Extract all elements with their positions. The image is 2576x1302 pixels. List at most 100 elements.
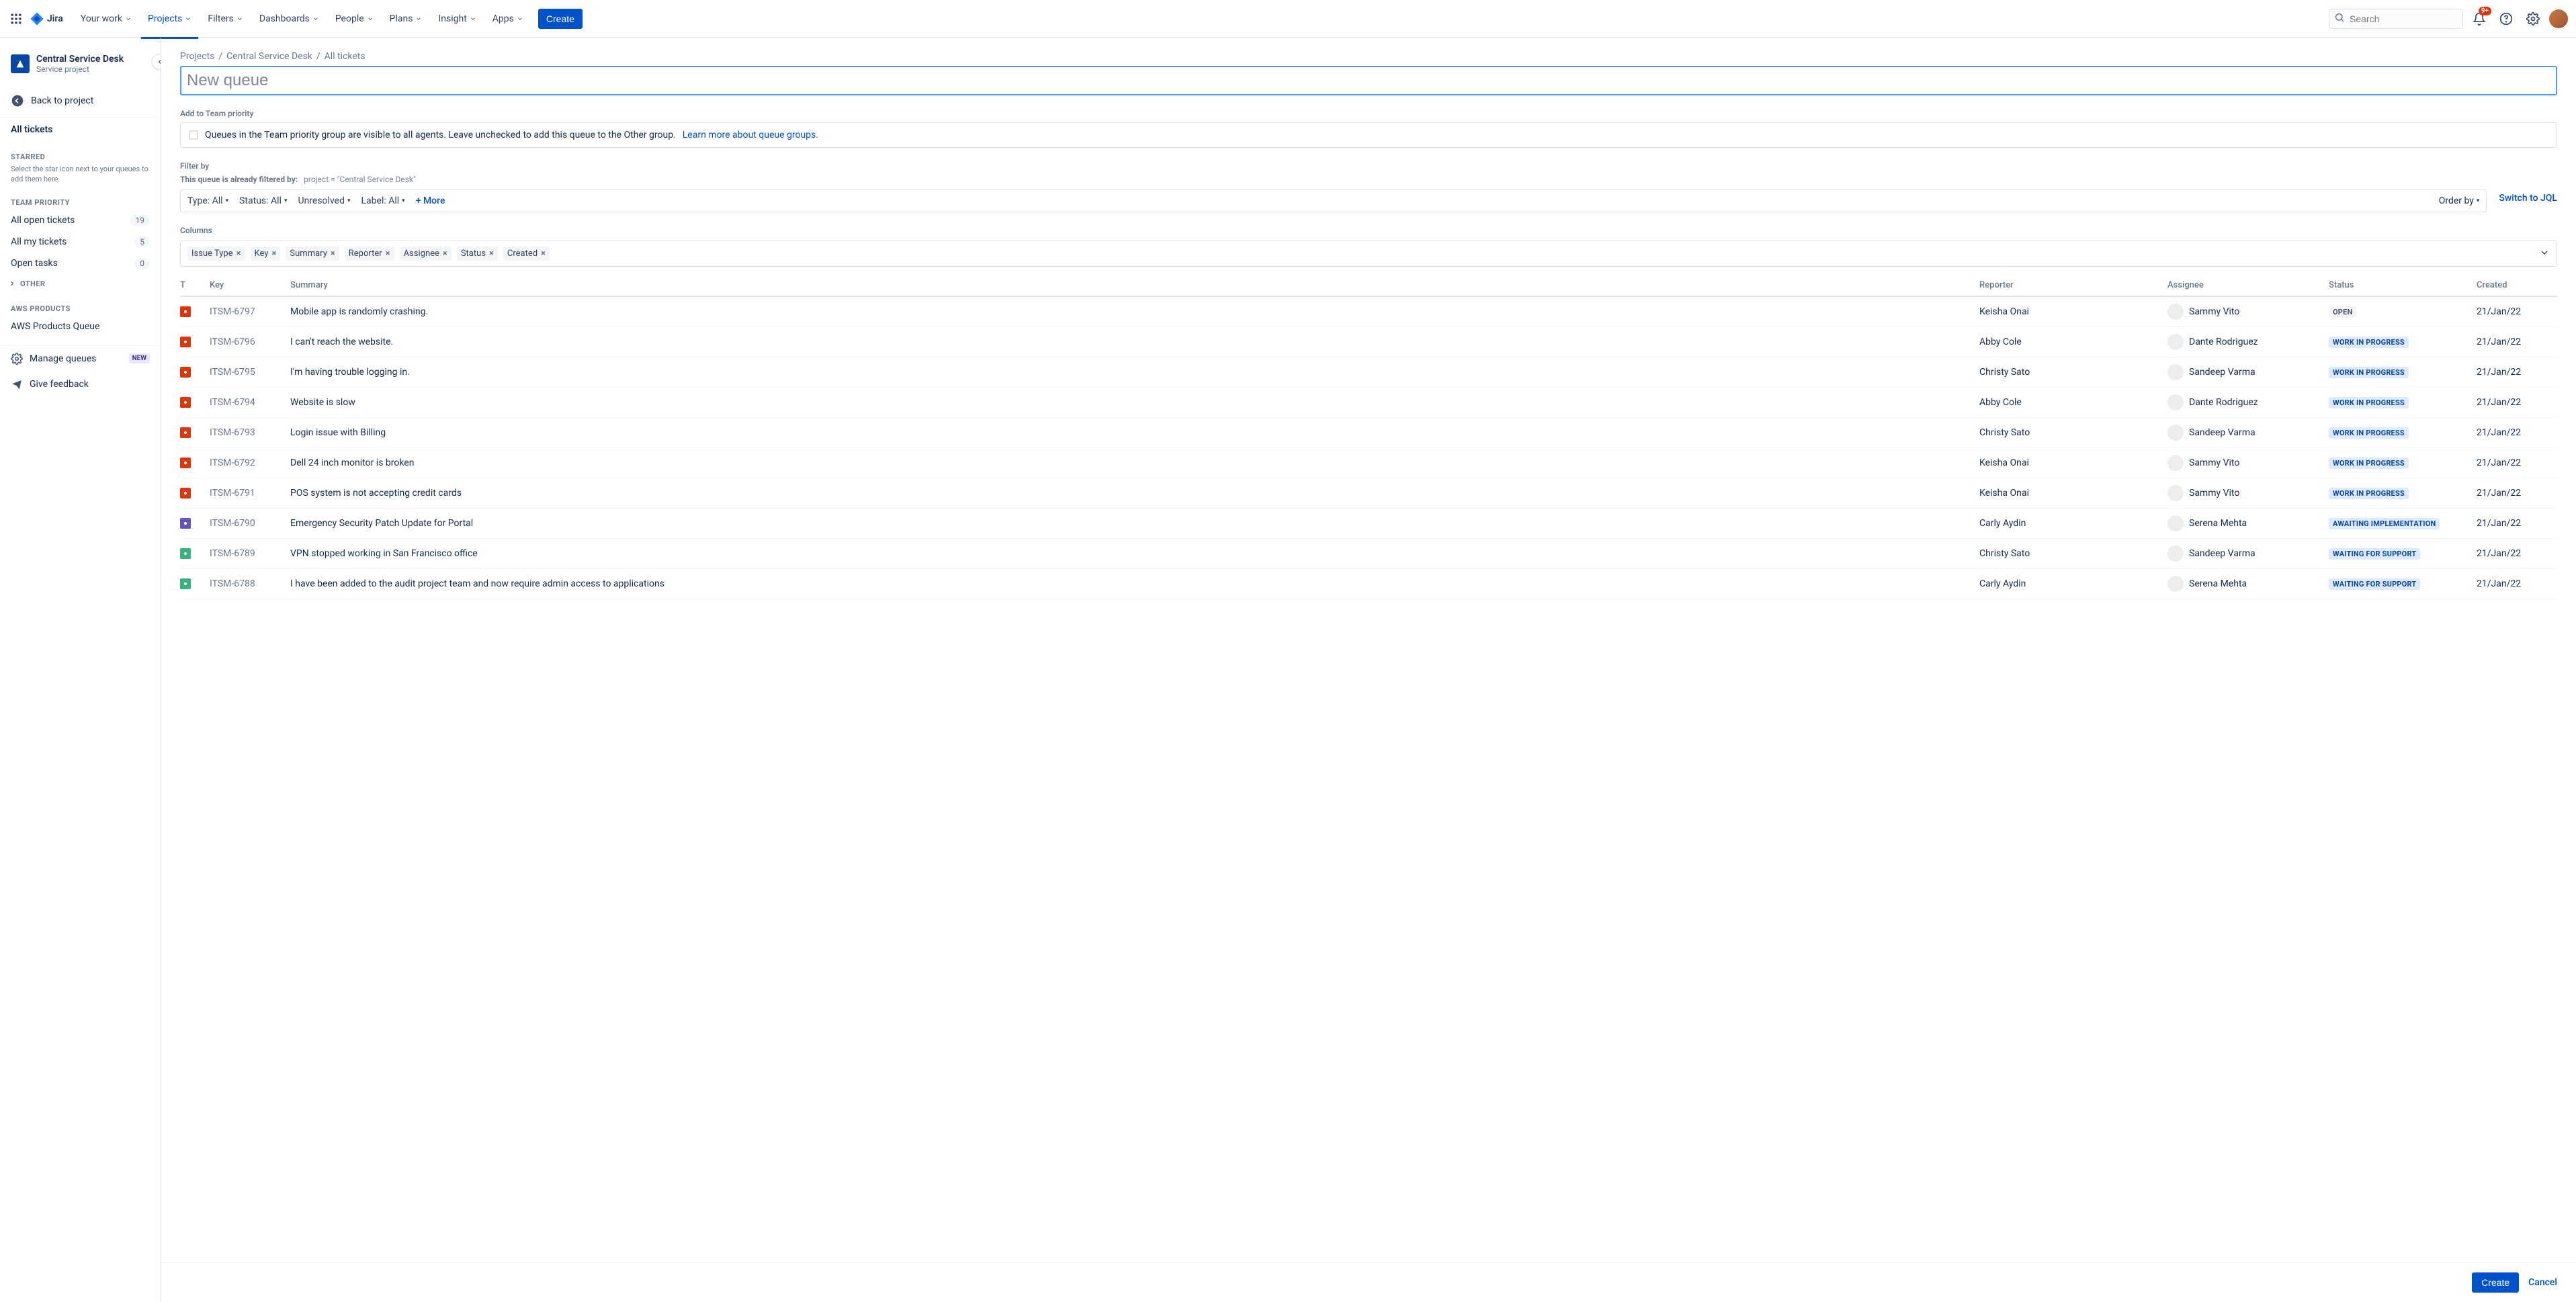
issue-key[interactable]: ITSM-6789 xyxy=(210,548,290,559)
switch-to-jql[interactable]: Switch to JQL xyxy=(2499,193,2557,204)
issue-summary[interactable]: Website is slow xyxy=(290,397,1979,408)
notifications-icon[interactable]: 9+ xyxy=(2468,8,2490,30)
table-row[interactable]: ITSM-6790Emergency Security Patch Update… xyxy=(180,509,2557,539)
table-row[interactable]: ITSM-6797Mobile app is randomly crashing… xyxy=(180,297,2557,327)
issue-key[interactable]: ITSM-6788 xyxy=(210,578,290,589)
issue-summary[interactable]: Mobile app is randomly crashing. xyxy=(290,306,1979,317)
column-tag[interactable]: Assignee× xyxy=(400,247,452,261)
filter-status[interactable]: Status: All▾ xyxy=(239,196,287,206)
all-tickets[interactable]: All tickets xyxy=(0,117,161,142)
breadcrumb-item[interactable]: Projects xyxy=(180,51,214,62)
issue-key[interactable]: ITSM-6793 xyxy=(210,427,290,438)
nav-item-insight[interactable]: Insight xyxy=(431,8,482,30)
nav-item-people[interactable]: People xyxy=(329,8,380,30)
table-row[interactable]: ITSM-6789VPN stopped working in San Fran… xyxy=(180,539,2557,569)
queue-name-input[interactable] xyxy=(180,66,2557,95)
footer-cancel-button[interactable]: Cancel xyxy=(2528,1277,2557,1288)
give-feedback[interactable]: Give feedback xyxy=(0,372,161,397)
issue-summary[interactable]: VPN stopped working in San Francisco off… xyxy=(290,548,1979,559)
table-row[interactable]: ITSM-6788I have been added to the audit … xyxy=(180,569,2557,599)
column-tag[interactable]: Created× xyxy=(503,247,550,261)
breadcrumb-item[interactable]: All tickets xyxy=(325,51,366,62)
status-badge: AWAITING IMPLEMENTATION xyxy=(2329,518,2440,529)
assignee-avatar xyxy=(2167,304,2184,320)
remove-column-icon[interactable]: × xyxy=(443,249,447,259)
manage-queues[interactable]: Manage queues NEW xyxy=(0,346,161,372)
nav-item-your-work[interactable]: Your work xyxy=(74,8,138,30)
jira-logo[interactable]: Jira xyxy=(30,11,63,26)
issue-summary[interactable]: I can't reach the website. xyxy=(290,337,1979,347)
other-section[interactable]: OTHER xyxy=(0,274,161,294)
order-by[interactable]: Order by▾ xyxy=(2439,196,2480,206)
issue-summary[interactable]: Dell 24 inch monitor is broken xyxy=(290,458,1979,468)
app-switcher-icon[interactable] xyxy=(8,11,24,27)
create-button[interactable]: Create xyxy=(538,9,583,29)
help-icon[interactable] xyxy=(2495,8,2517,30)
new-badge: NEW xyxy=(129,353,150,363)
sidebar-queue-item[interactable]: Open tasks0 xyxy=(0,253,161,274)
back-to-project[interactable]: Back to project xyxy=(0,87,161,114)
issue-key[interactable]: ITSM-6795 xyxy=(210,367,290,378)
settings-icon[interactable] xyxy=(2522,8,2544,30)
column-tag[interactable]: Summary× xyxy=(286,247,339,261)
column-tag[interactable]: Status× xyxy=(457,247,498,261)
filter-unresolved[interactable]: Unresolved▾ xyxy=(298,196,350,206)
columns-section-label: Columns xyxy=(180,226,2557,235)
table-row[interactable]: ITSM-6795I'm having trouble logging in.C… xyxy=(180,357,2557,388)
issue-summary[interactable]: Emergency Security Patch Update for Port… xyxy=(290,518,1979,529)
table-row[interactable]: ITSM-6792Dell 24 inch monitor is brokenK… xyxy=(180,448,2557,478)
team-priority-checkbox[interactable] xyxy=(189,130,198,140)
filter-more[interactable]: + More xyxy=(416,196,445,206)
issue-key[interactable]: ITSM-6794 xyxy=(210,397,290,408)
issue-key[interactable]: ITSM-6791 xyxy=(210,488,290,498)
remove-column-icon[interactable]: × xyxy=(541,249,546,259)
status-badge: WAITING FOR SUPPORT xyxy=(2329,548,2420,560)
remove-column-icon[interactable]: × xyxy=(386,249,390,259)
user-avatar[interactable] xyxy=(2549,9,2568,28)
issue-summary[interactable]: I have been added to the audit project t… xyxy=(290,578,1979,589)
remove-column-icon[interactable]: × xyxy=(489,249,494,259)
remove-column-icon[interactable]: × xyxy=(331,249,335,259)
issue-key[interactable]: ITSM-6792 xyxy=(210,458,290,468)
search-input[interactable] xyxy=(2329,9,2463,29)
nav-item-dashboards[interactable]: Dashboards xyxy=(253,8,326,30)
status-badge: WORK IN PROGRESS xyxy=(2329,397,2409,408)
nav-item-projects[interactable]: Projects xyxy=(141,8,198,30)
issue-type-icon xyxy=(180,578,191,589)
table-row[interactable]: ITSM-6791POS system is not accepting cre… xyxy=(180,478,2557,509)
learn-more-link[interactable]: Learn more about queue groups. xyxy=(683,130,818,140)
nav-item-apps[interactable]: Apps xyxy=(486,8,530,30)
issue-created: 21/Jan/22 xyxy=(2477,488,2557,498)
issue-key[interactable]: ITSM-6797 xyxy=(210,306,290,317)
issue-key[interactable]: ITSM-6790 xyxy=(210,518,290,529)
sidebar-queue-item[interactable]: All open tickets19 xyxy=(0,210,161,231)
nav-item-filters[interactable]: Filters xyxy=(201,8,250,30)
column-tag[interactable]: Issue Type× xyxy=(187,247,245,261)
column-tag[interactable]: Key× xyxy=(251,247,281,261)
issue-reporter: Keisha Onai xyxy=(1979,458,2167,468)
remove-column-icon[interactable]: × xyxy=(237,249,241,259)
columns-expand-icon[interactable] xyxy=(2539,247,2550,261)
aws-products-queue[interactable]: AWS Products Queue xyxy=(0,316,161,337)
breadcrumb-item[interactable]: Central Service Desk xyxy=(226,51,312,62)
nav-items: Your workProjectsFiltersDashboardsPeople… xyxy=(74,8,530,30)
footer-create-button[interactable]: Create xyxy=(2472,1272,2519,1293)
filter-type[interactable]: Type: All▾ xyxy=(187,196,228,206)
nav-item-plans[interactable]: Plans xyxy=(383,8,429,30)
remove-column-icon[interactable]: × xyxy=(272,249,277,259)
sidebar-queue-item[interactable]: All my tickets5 xyxy=(0,231,161,253)
issue-created: 21/Jan/22 xyxy=(2477,337,2557,347)
table-row[interactable]: ITSM-6794Website is slowAbby ColeDante R… xyxy=(180,388,2557,418)
team-priority-box: Queues in the Team priority group are vi… xyxy=(180,122,2557,148)
table-row[interactable]: ITSM-6793Login issue with BillingChristy… xyxy=(180,418,2557,448)
issue-summary[interactable]: POS system is not accepting credit cards xyxy=(290,488,1979,498)
issue-summary[interactable]: I'm having trouble logging in. xyxy=(290,367,1979,378)
table-row[interactable]: ITSM-6796I can't reach the website.Abby … xyxy=(180,327,2557,357)
filter-note: This queue is already filtered by: proje… xyxy=(180,175,2557,184)
issue-created: 21/Jan/22 xyxy=(2477,518,2557,529)
column-tag[interactable]: Reporter× xyxy=(345,247,394,261)
issue-key[interactable]: ITSM-6796 xyxy=(210,337,290,347)
issue-created: 21/Jan/22 xyxy=(2477,306,2557,317)
issue-summary[interactable]: Login issue with Billing xyxy=(290,427,1979,438)
filter-label[interactable]: Label: All▾ xyxy=(361,196,405,206)
